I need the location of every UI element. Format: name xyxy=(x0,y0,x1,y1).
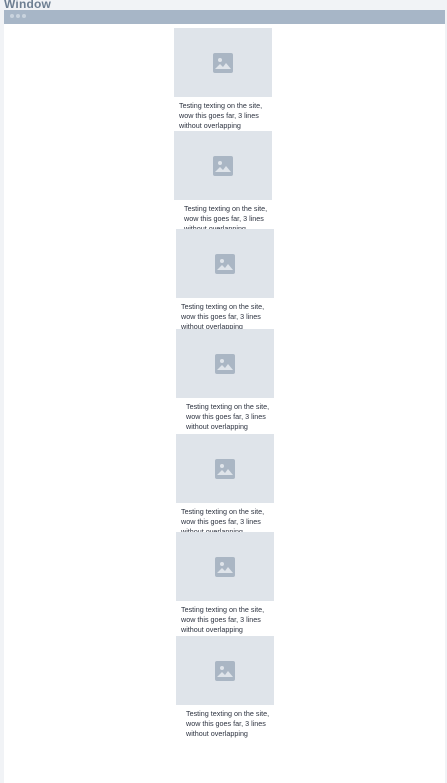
image-caption: Testing texting on the site, wow this go… xyxy=(179,101,263,130)
image-card[interactable]: Testing texting on the site, wow this go… xyxy=(174,28,272,131)
image-icon xyxy=(215,253,235,274)
window-dot-2 xyxy=(16,14,20,18)
image-icon xyxy=(215,660,235,681)
image-caption: Testing texting on the site, wow this go… xyxy=(181,302,265,331)
image-caption: Testing texting on the site, wow this go… xyxy=(186,709,270,738)
image-icon xyxy=(215,458,235,479)
window-titlebar[interactable] xyxy=(4,10,445,24)
image-thumbnail[interactable] xyxy=(176,329,274,398)
window-content: Testing texting on the site, wow this go… xyxy=(4,24,445,783)
image-thumbnail[interactable] xyxy=(176,434,274,503)
image-thumbnail[interactable] xyxy=(174,131,272,200)
image-card[interactable]: Testing texting on the site, wow this go… xyxy=(176,434,274,537)
image-icon xyxy=(213,155,233,176)
image-caption: Testing texting on the site, wow this go… xyxy=(186,402,270,431)
window-dot-3 xyxy=(22,14,26,18)
image-thumbnail[interactable] xyxy=(174,28,272,97)
image-thumbnail[interactable] xyxy=(176,532,274,601)
image-card[interactable]: Testing texting on the site, wow this go… xyxy=(176,532,274,635)
image-caption: Testing texting on the site, wow this go… xyxy=(181,605,265,634)
window-controls xyxy=(10,14,26,18)
image-card[interactable]: Testing texting on the site, wow this go… xyxy=(176,229,274,332)
window-dot-1 xyxy=(10,14,14,18)
image-icon xyxy=(215,556,235,577)
image-icon xyxy=(213,52,233,73)
image-icon xyxy=(215,353,235,374)
image-thumbnail[interactable] xyxy=(176,636,274,705)
image-thumbnail[interactable] xyxy=(176,229,274,298)
image-card[interactable]: Testing texting on the site, wow this go… xyxy=(174,131,272,234)
image-card[interactable]: Testing texting on the site, wow this go… xyxy=(176,636,274,739)
image-card[interactable]: Testing texting on the site, wow this go… xyxy=(176,329,274,432)
